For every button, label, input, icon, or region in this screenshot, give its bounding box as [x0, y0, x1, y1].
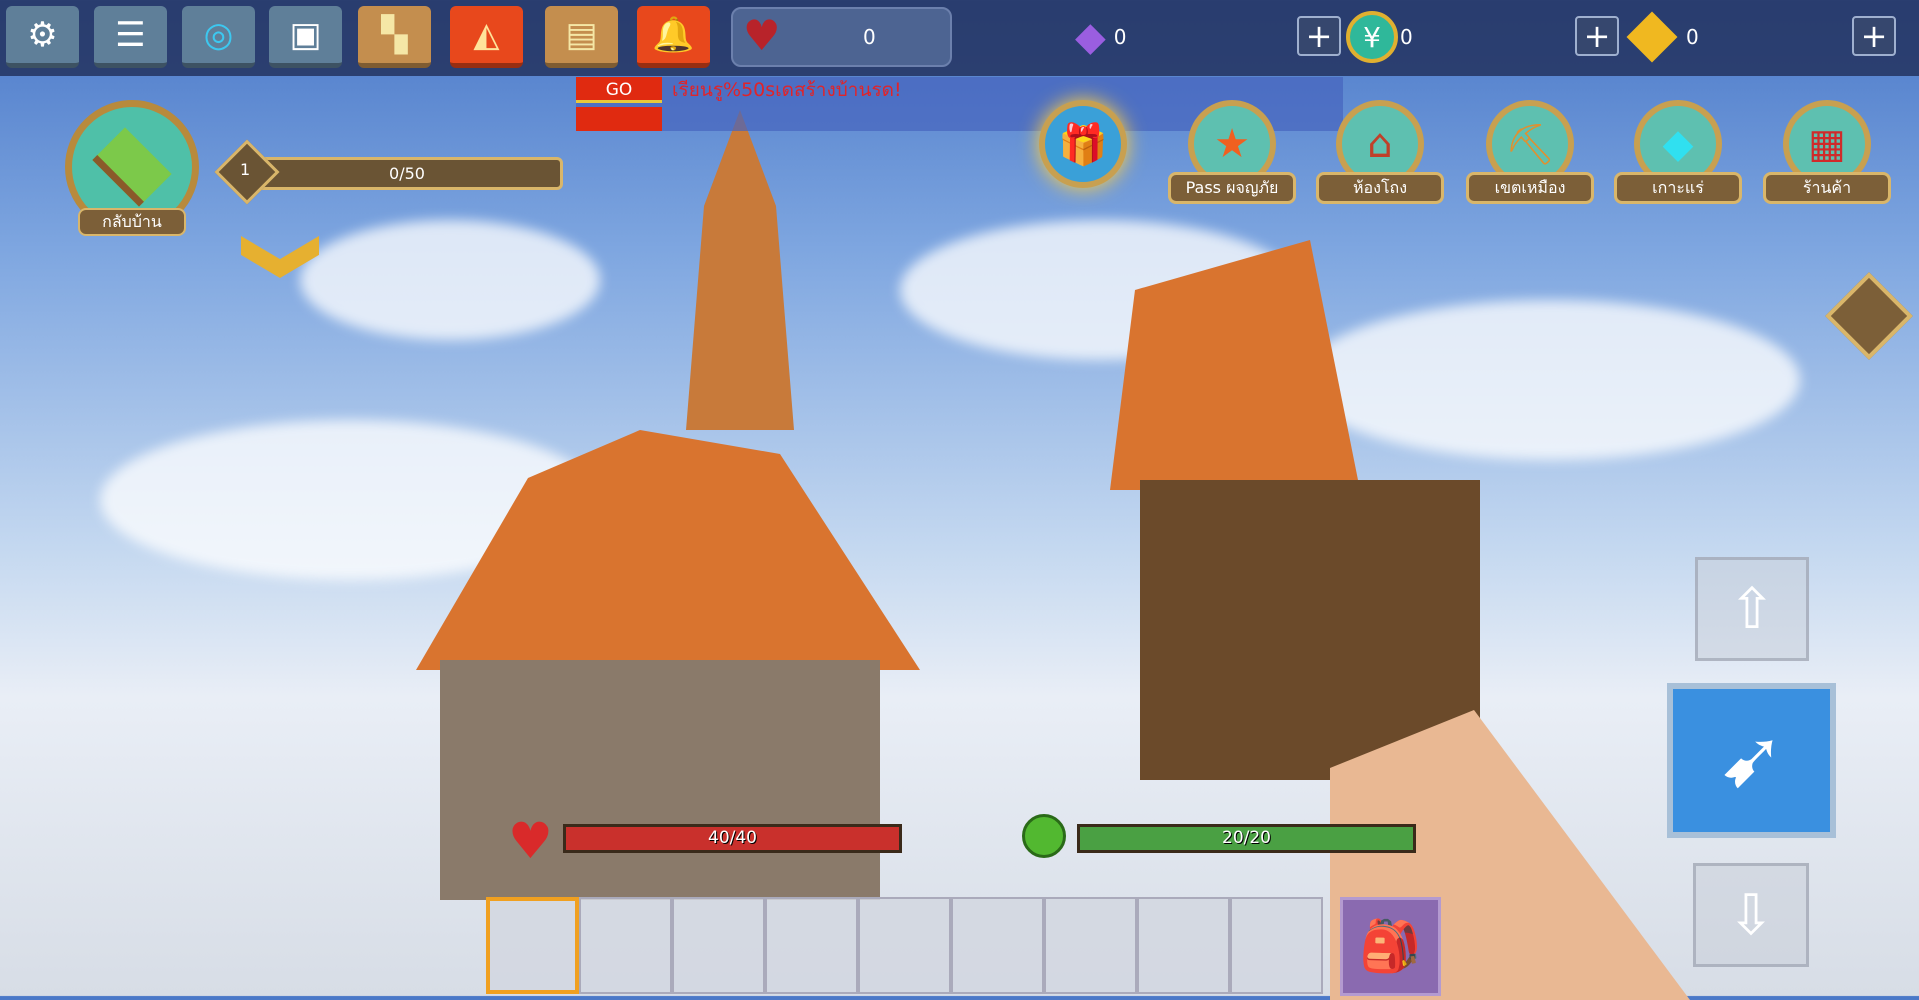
- emote-button[interactable]: ▣: [269, 6, 342, 68]
- gear-icon: ⚙: [27, 14, 58, 55]
- crosshair-icon: ◎: [203, 14, 234, 55]
- chat-bubble-icon: ☰: [115, 14, 146, 55]
- gold-cube-icon: [1626, 11, 1678, 63]
- friends-button[interactable]: ▚: [358, 6, 431, 68]
- gold-currency: 0: [1626, 10, 1699, 64]
- banner-secondary-button[interactable]: [576, 107, 662, 131]
- face-card-icon: ▣: [289, 14, 322, 55]
- event-ore-island[interactable]: ◆ เกาะแร่: [1614, 100, 1742, 210]
- event-mine-zone[interactable]: ⛏ เขตเหมือง: [1466, 100, 1594, 210]
- hotbar-slot-1[interactable]: [486, 897, 579, 994]
- tasks-button[interactable]: ▤: [545, 6, 618, 68]
- heart-icon: ♥: [743, 11, 781, 60]
- event-label: เขตเหมือง: [1466, 172, 1594, 204]
- house-left-tower: [686, 110, 794, 430]
- descend-button[interactable]: ⇩: [1693, 863, 1809, 967]
- event-hall[interactable]: ⌂ ห้องโถง: [1316, 100, 1444, 210]
- xp-text: 0/50: [389, 164, 425, 183]
- health-bar: 40/40: [563, 824, 902, 853]
- house-left-wall: [440, 660, 880, 900]
- event-label: Pass ผจญภัย: [1168, 172, 1296, 204]
- xp-bar: 0/50: [251, 157, 563, 190]
- hearts-count: 0: [863, 25, 876, 49]
- gift-box-icon: 🎁: [1039, 100, 1127, 188]
- add-coins-button[interactable]: +: [1575, 16, 1619, 56]
- hearts-panel: ♥ 0: [731, 7, 952, 67]
- hotbar-slot-4[interactable]: [765, 897, 858, 994]
- alarm-button[interactable]: 🔔: [637, 6, 710, 68]
- purple-gem-icon: ◆: [1075, 14, 1106, 60]
- hunger-bar: 20/20: [1077, 824, 1416, 853]
- level-value: 1: [240, 160, 251, 179]
- backpack-icon: 🎒: [1359, 917, 1422, 975]
- winged-boot-icon: ➹: [1717, 712, 1786, 805]
- event-label: ร้านค้า: [1763, 172, 1891, 204]
- top-bar: ⚙ ☰ ◎ ▣ ▚ ◭ ▤ 🔔 ♥ 0 ◆ 0 + ¥0 + 0 +: [0, 0, 1919, 76]
- hotbar-slot-3[interactable]: [672, 897, 765, 994]
- hotbar-slot-8[interactable]: [1137, 897, 1230, 994]
- arrow-down-icon: ⇩: [1727, 883, 1775, 948]
- gold-count: 0: [1686, 25, 1699, 49]
- document-icon: ▤: [565, 14, 598, 55]
- banner-text: เรียนรู%50sเดสร้างบ้านรด!: [672, 79, 902, 101]
- arrow-up-icon: ⇧: [1728, 577, 1776, 642]
- settings-button[interactable]: ⚙: [6, 6, 79, 68]
- hotbar-slot-7[interactable]: [1044, 897, 1137, 994]
- bell-icon: 🔔: [652, 14, 695, 55]
- people-icon: ▚: [381, 14, 408, 55]
- event-pass-adventure[interactable]: ★ Pass ผจญภัย: [1168, 100, 1296, 210]
- home-label: กลับบ้าน: [78, 208, 186, 236]
- health-heart-icon: ♥: [508, 812, 553, 870]
- party-popper-icon: ◭: [473, 14, 500, 55]
- event-gift[interactable]: 🎁: [1033, 100, 1133, 210]
- add-gems-button[interactable]: +: [1297, 16, 1341, 56]
- grass-block-icon: [92, 127, 172, 207]
- target-button[interactable]: ◎: [182, 6, 255, 68]
- hotbar-slot-9[interactable]: [1230, 897, 1323, 994]
- backpack-button[interactable]: 🎒: [1340, 897, 1441, 996]
- fly-button[interactable]: ➹: [1667, 683, 1836, 838]
- chat-button[interactable]: ☰: [94, 6, 167, 68]
- event-shop[interactable]: ▦ ร้านค้า: [1763, 100, 1891, 210]
- go-button[interactable]: GO: [576, 77, 662, 103]
- hunger-apple-icon: [1022, 814, 1066, 858]
- hotbar-slot-5[interactable]: [858, 897, 951, 994]
- gem-count: 0: [1113, 25, 1127, 49]
- yuan-coin-icon: ¥: [1346, 11, 1398, 63]
- add-gold-button[interactable]: +: [1852, 16, 1896, 56]
- hotbar-slot-6[interactable]: [951, 897, 1044, 994]
- party-button[interactable]: ◭: [450, 6, 523, 68]
- coin-currency: ¥0: [1346, 10, 1413, 64]
- gem-currency: ◆ 0: [1075, 10, 1127, 64]
- event-label: ห้องโถง: [1316, 172, 1444, 204]
- hotbar-slot-2[interactable]: [579, 897, 672, 994]
- health-text: 40/40: [708, 828, 757, 848]
- jump-up-button[interactable]: ⇧: [1695, 557, 1809, 661]
- hunger-text: 20/20: [1222, 828, 1271, 848]
- coin-count: 0: [1400, 25, 1413, 49]
- side-menu-toggle-icon[interactable]: [1825, 272, 1913, 360]
- event-label: เกาะแร่: [1614, 172, 1742, 204]
